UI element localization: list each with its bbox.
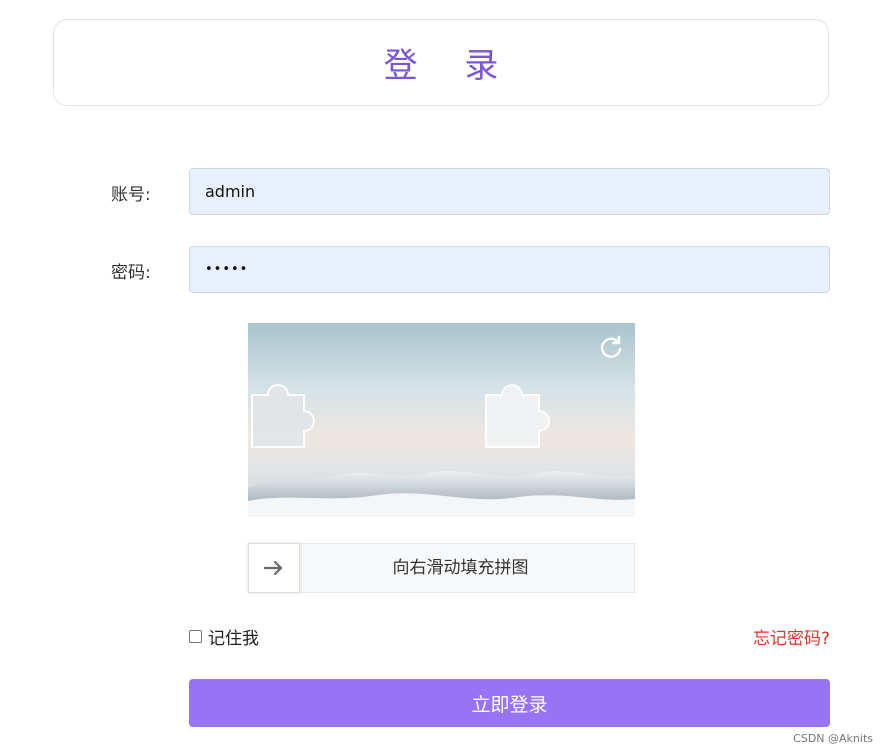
refresh-icon[interactable] xyxy=(598,335,624,361)
password-input[interactable]: ••••• xyxy=(189,246,830,293)
account-value: admin xyxy=(205,182,256,201)
captcha-background xyxy=(248,323,635,517)
password-label: 密码: xyxy=(111,263,151,283)
puzzle-piece xyxy=(251,384,315,448)
remember-checkbox[interactable] xyxy=(189,630,202,643)
arrow-right-icon xyxy=(264,560,283,576)
watermark: CSDN @Aknits xyxy=(793,732,873,745)
puzzle-hole xyxy=(485,384,550,448)
remember-label: 记住我 xyxy=(208,629,259,649)
page-title: 登 录 xyxy=(383,46,517,86)
slider-hint-text: 向右滑动填充拼图 xyxy=(392,558,529,578)
captcha-slider-track[interactable]: 向右滑动填充拼图 xyxy=(248,543,635,593)
forgot-password-link[interactable]: 忘记密码? xyxy=(753,624,830,649)
title-panel: 登 录 xyxy=(53,19,829,106)
account-input[interactable]: admin xyxy=(189,168,830,215)
captcha-image xyxy=(248,323,635,517)
slider-handle[interactable] xyxy=(248,543,300,593)
password-value: ••••• xyxy=(205,262,249,277)
login-button-label: 立即登录 xyxy=(471,693,548,716)
account-label: 账号: xyxy=(111,185,151,205)
login-button[interactable]: 立即登录 xyxy=(189,679,830,727)
remember-me[interactable]: 记住我 xyxy=(189,624,259,649)
